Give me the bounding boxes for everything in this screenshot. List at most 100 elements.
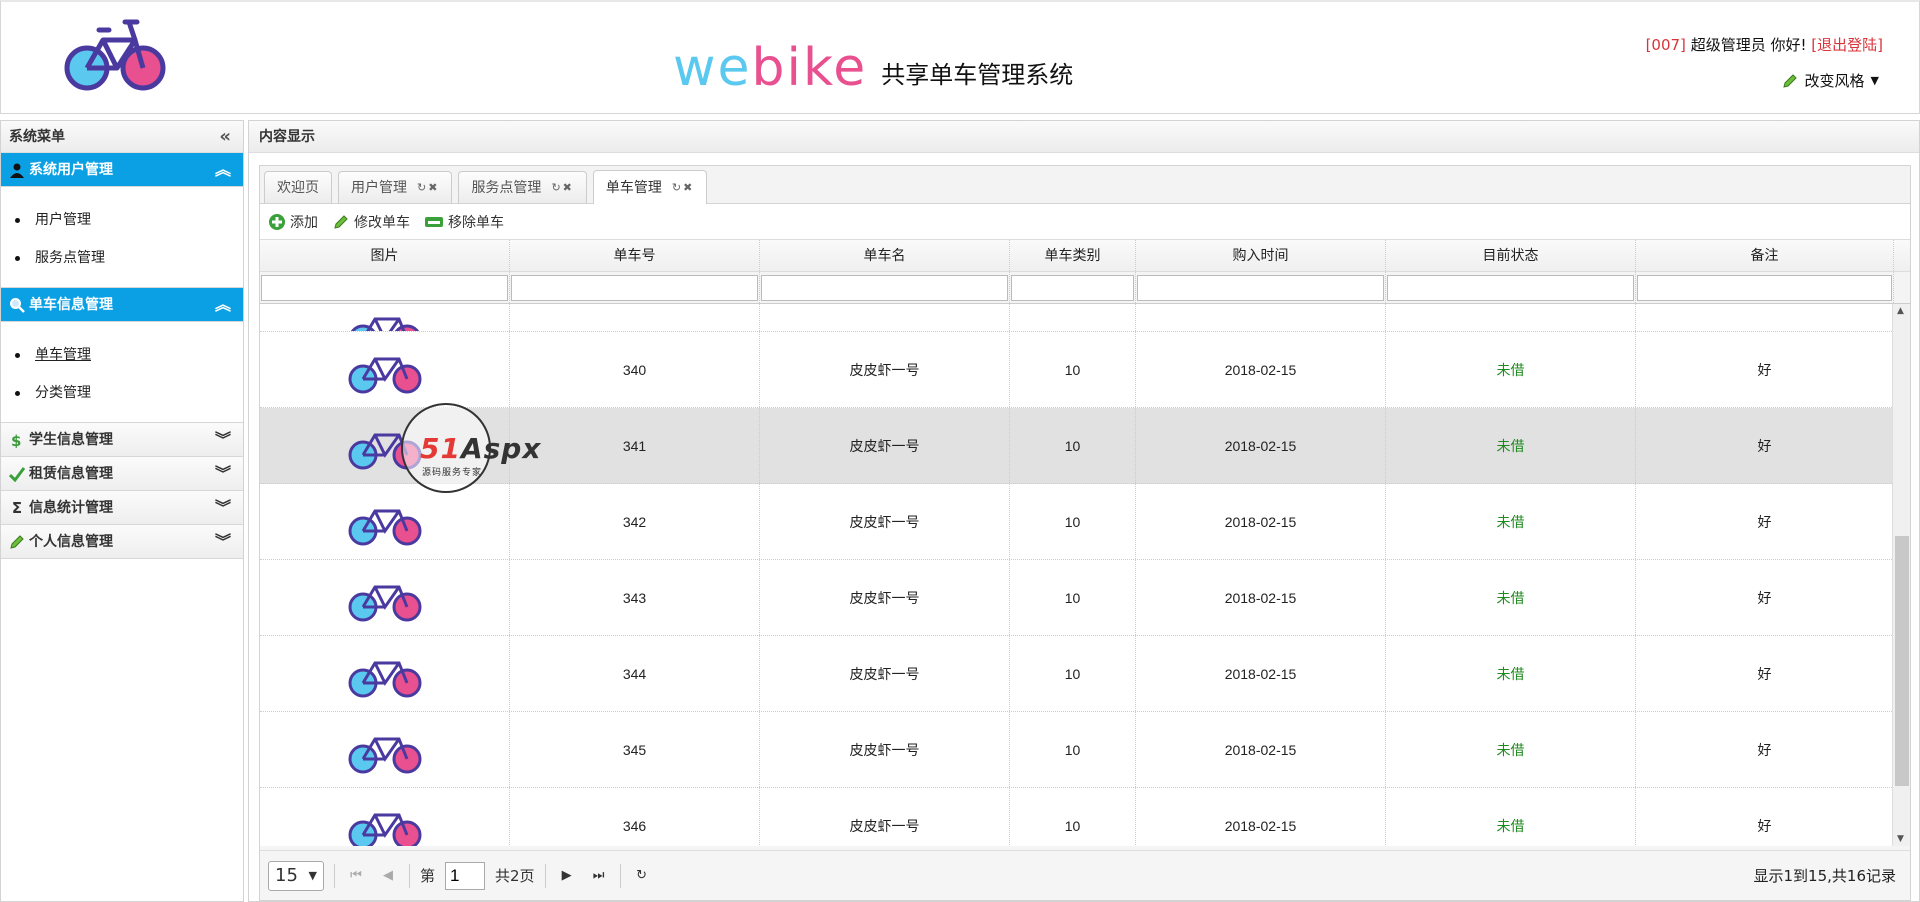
scroll-up-icon[interactable]: ▲	[1897, 306, 1904, 316]
status-cell: 未借	[1386, 332, 1636, 407]
pencil-icon	[10, 534, 24, 549]
collapse-left-icon[interactable]: «	[219, 121, 231, 153]
menu-group-rental-info[interactable]: 租赁信息管理 ︾	[1, 457, 243, 491]
bike-id-cell: 346	[510, 788, 760, 846]
filter-bike-name-input[interactable]	[761, 275, 1008, 301]
table-row[interactable]: 344 皮皮虾一号 10 2018-02-15 未借好	[260, 636, 1894, 712]
tab-bike-management[interactable]: 单车管理 ↻✖	[592, 170, 708, 204]
pencil-icon	[1782, 73, 1797, 88]
column-header-image[interactable]: 图片	[260, 240, 510, 271]
first-page-icon[interactable]: ⏮	[345, 865, 367, 887]
menu-group-personal-info[interactable]: 个人信息管理 ︾	[1, 525, 243, 559]
page-size-select[interactable]: 15 ▼	[268, 860, 324, 891]
menu-group-student-info[interactable]: $ 学生信息管理 ︾	[1, 423, 243, 457]
last-page-icon[interactable]: ⏭	[588, 865, 610, 887]
tab-welcome[interactable]: 欢迎页	[264, 171, 332, 203]
menu-group-items: 单车管理 分类管理	[1, 322, 243, 423]
menu-group-label: 学生信息管理	[29, 431, 113, 448]
menu-item-user-management[interactable]: 用户管理	[1, 201, 243, 239]
note-cell: 好	[1636, 560, 1894, 635]
page-number-input[interactable]	[445, 861, 486, 890]
bicycle-thumbnail-icon	[348, 509, 421, 545]
tab-service-point[interactable]: 服务点管理 ↻✖	[458, 171, 587, 203]
close-icon[interactable]: ✖	[683, 181, 694, 194]
refresh-icon[interactable]: ↻	[551, 181, 562, 194]
tab-bar: 欢迎页 用户管理 ↻✖ 服务点管理 ↻✖ 单车管理 ↻✖	[260, 166, 1910, 204]
filter-bike-id-input[interactable]	[511, 275, 758, 301]
bike-name-cell: 皮皮虾一号	[760, 408, 1010, 483]
chevron-down-icon: ︾	[214, 464, 231, 483]
purchase-date-cell: 2018-02-15	[1136, 712, 1386, 787]
content-title-text: 内容显示	[259, 129, 315, 145]
watermark-tagline: 源码服务专家	[422, 468, 483, 478]
note-cell: 好	[1636, 788, 1894, 846]
watermark-brand: Aspx	[460, 432, 542, 465]
grid-header: 图片 单车号 单车名 单车类别 购入时间 目前状态 备注	[260, 240, 1910, 272]
close-icon[interactable]: ✖	[428, 181, 439, 194]
add-button[interactable]: 添加	[268, 212, 318, 232]
filter-category-input[interactable]	[1011, 275, 1134, 301]
brand-bike: bike	[751, 38, 868, 98]
content-title: 内容显示	[249, 121, 1919, 153]
tab-label: 服务点管理	[471, 179, 542, 196]
menu-group-system-users[interactable]: 系统用户管理 ︽	[1, 153, 243, 187]
bike-id-cell: 342	[510, 484, 760, 559]
sigma-icon: Σ	[11, 498, 23, 517]
grid-body: 340 皮皮虾一号 10 2018-02-15 未借好 341 皮皮虾一号 10 2018-02…	[260, 304, 1894, 846]
menu-group-label: 信息统计管理	[29, 499, 113, 516]
table-row[interactable]: 343 皮皮虾一号 10 2018-02-15 未借好	[260, 560, 1894, 636]
category-cell: 10	[1010, 712, 1136, 787]
refresh-icon[interactable]: ↻	[631, 865, 653, 887]
filter-date-input[interactable]	[1137, 275, 1384, 301]
column-header-category[interactable]: 单车类别	[1010, 240, 1136, 271]
table-row-partial[interactable]	[260, 304, 1894, 332]
table-row[interactable]: 346 皮皮虾一号 10 2018-02-15 未借好	[260, 788, 1894, 846]
brand-subtitle: 共享单车管理系统	[881, 61, 1074, 89]
prev-page-icon[interactable]: ◀	[377, 865, 399, 887]
sidebar: 系统菜单 « 系统用户管理 ︽ 用户管理 服务点管理 单车信息管理 ︽ 单车管理…	[0, 120, 244, 902]
column-header-bike-id[interactable]: 单车号	[510, 240, 760, 271]
filter-image-input[interactable]	[261, 275, 508, 301]
filter-note-input[interactable]	[1637, 275, 1892, 301]
bike-image-cell	[260, 636, 510, 711]
remove-bike-button[interactable]: 移除单车	[424, 212, 504, 232]
edit-bike-button[interactable]: 修改单车	[332, 212, 410, 232]
bicycle-thumbnail-icon	[348, 357, 421, 393]
column-header-status[interactable]: 目前状态	[1386, 240, 1636, 271]
note-cell: 好	[1636, 636, 1894, 711]
filter-status-input[interactable]	[1387, 275, 1634, 301]
menu-group-label: 系统用户管理	[29, 161, 113, 178]
next-page-icon[interactable]: ▶	[556, 865, 578, 887]
bike-image-cell	[260, 304, 510, 331]
menu-item-service-point[interactable]: 服务点管理	[1, 239, 243, 277]
refresh-icon[interactable]: ↻	[672, 181, 683, 194]
sidebar-title-text: 系统菜单	[9, 129, 65, 145]
watermark-logo: 51Aspx	[420, 432, 541, 465]
vertical-scrollbar[interactable]: ▲ ▼	[1892, 304, 1910, 846]
column-header-purchase-date[interactable]: 购入时间	[1136, 240, 1386, 271]
table-row[interactable]: 340 皮皮虾一号 10 2018-02-15 未借好	[260, 332, 1894, 408]
menu-item-bike-management[interactable]: 单车管理	[1, 336, 243, 374]
watermark-brand-red: 51	[420, 432, 461, 465]
change-style-menu[interactable]: 改变风格 ▼	[1781, 70, 1879, 91]
logout-link[interactable]: [退出登陆]	[1811, 36, 1883, 54]
scrollbar-thumb[interactable]	[1895, 536, 1909, 786]
column-header-note[interactable]: 备注	[1636, 240, 1894, 271]
table-row[interactable]: 345 皮皮虾一号 10 2018-02-15 未借好	[260, 712, 1894, 788]
column-header-bike-name[interactable]: 单车名	[760, 240, 1010, 271]
menu-group-statistics[interactable]: Σ 信息统计管理 ︾	[1, 491, 243, 525]
close-icon[interactable]: ✖	[563, 181, 574, 194]
bike-id-cell: 343	[510, 560, 760, 635]
menu-group-items: 用户管理 服务点管理	[1, 187, 243, 288]
table-row[interactable]: 342 皮皮虾一号 10 2018-02-15 未借好	[260, 484, 1894, 560]
menu-item-category-management[interactable]: 分类管理	[1, 374, 243, 412]
tab-user-management[interactable]: 用户管理 ↻✖	[338, 171, 453, 203]
bike-id-cell: 340	[510, 332, 760, 407]
table-rows: 340 皮皮虾一号 10 2018-02-15 未借好 341 皮皮虾一号 10 2018-02…	[260, 332, 1894, 846]
caret-down-icon: ▼	[1870, 74, 1879, 87]
refresh-icon[interactable]: ↻	[417, 181, 428, 194]
menu-group-bike-info[interactable]: 单车信息管理 ︽	[1, 288, 243, 322]
note-cell: 好	[1636, 484, 1894, 559]
scroll-down-icon[interactable]: ▼	[1897, 834, 1904, 844]
tab-label: 欢迎页	[277, 179, 319, 196]
